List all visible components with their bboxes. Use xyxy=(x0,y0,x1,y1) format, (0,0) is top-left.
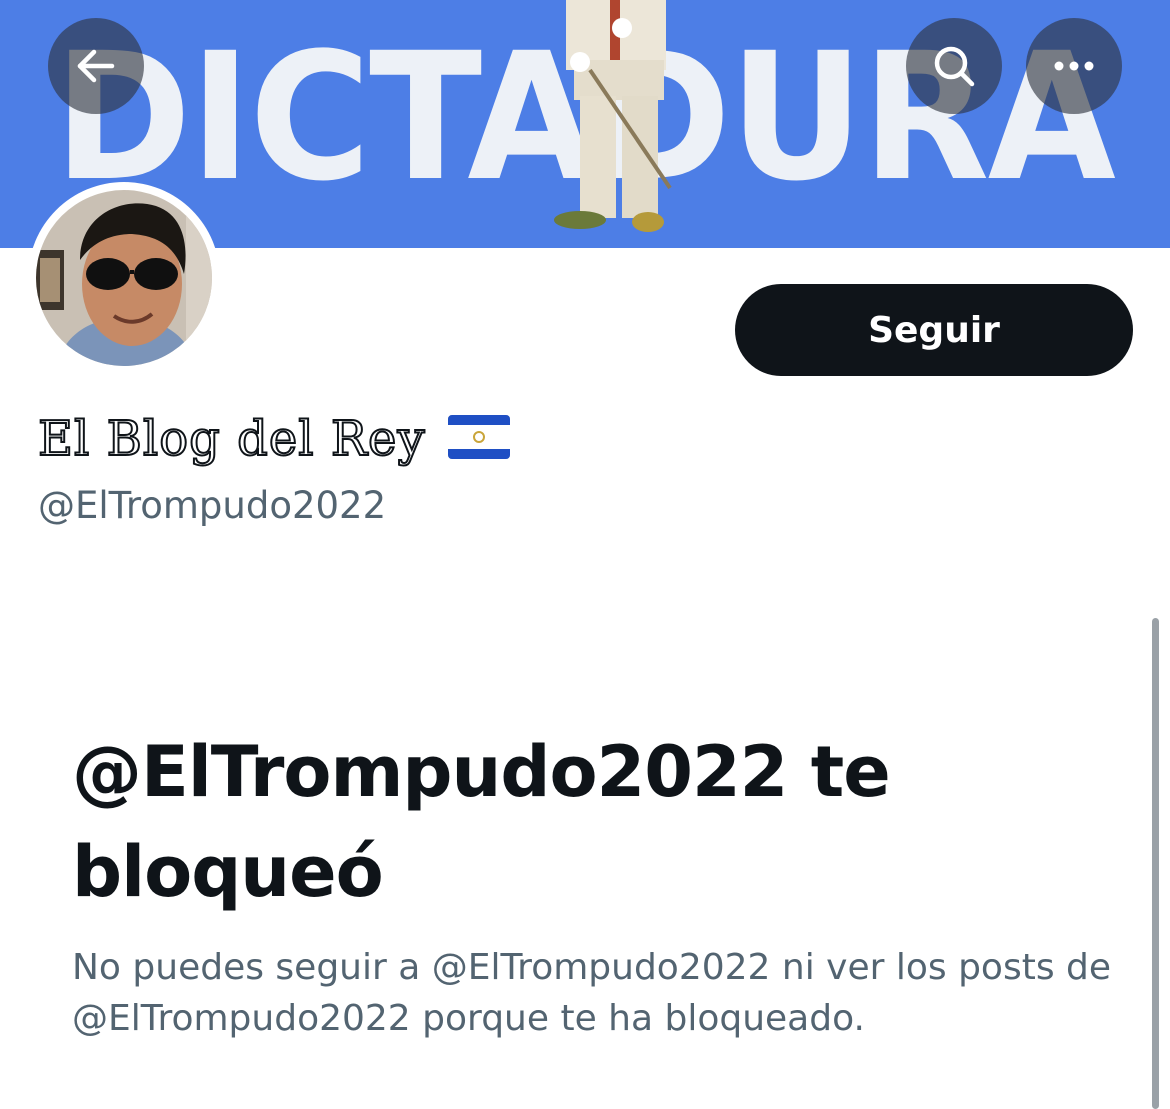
search-icon xyxy=(934,46,975,87)
avatar-image xyxy=(36,190,212,366)
more-options-button[interactable] xyxy=(1026,18,1122,114)
back-button[interactable] xyxy=(48,18,144,114)
scrollbar[interactable] xyxy=(1152,618,1159,1109)
blocked-description: No puedes seguir a @ElTrompudo2022 ni ve… xyxy=(72,947,1112,1039)
search-button[interactable] xyxy=(906,18,1002,114)
ellipsis-icon xyxy=(1054,61,1094,71)
arrow-left-icon xyxy=(77,49,115,83)
display-name-text: El Blog del Rey xyxy=(37,410,426,468)
el-salvador-flag-icon xyxy=(447,414,511,463)
profile-page: DICTADURA xyxy=(0,0,1170,1109)
profile-handle: @ElTrompudo2022 xyxy=(38,484,387,527)
display-name: El Blog del Rey xyxy=(37,404,511,474)
follow-button[interactable]: Seguir xyxy=(735,284,1133,376)
blocked-title: @ElTrompudo2022 te bloqueó xyxy=(72,731,891,913)
avatar-ring xyxy=(28,182,220,374)
avatar[interactable] xyxy=(36,190,212,366)
